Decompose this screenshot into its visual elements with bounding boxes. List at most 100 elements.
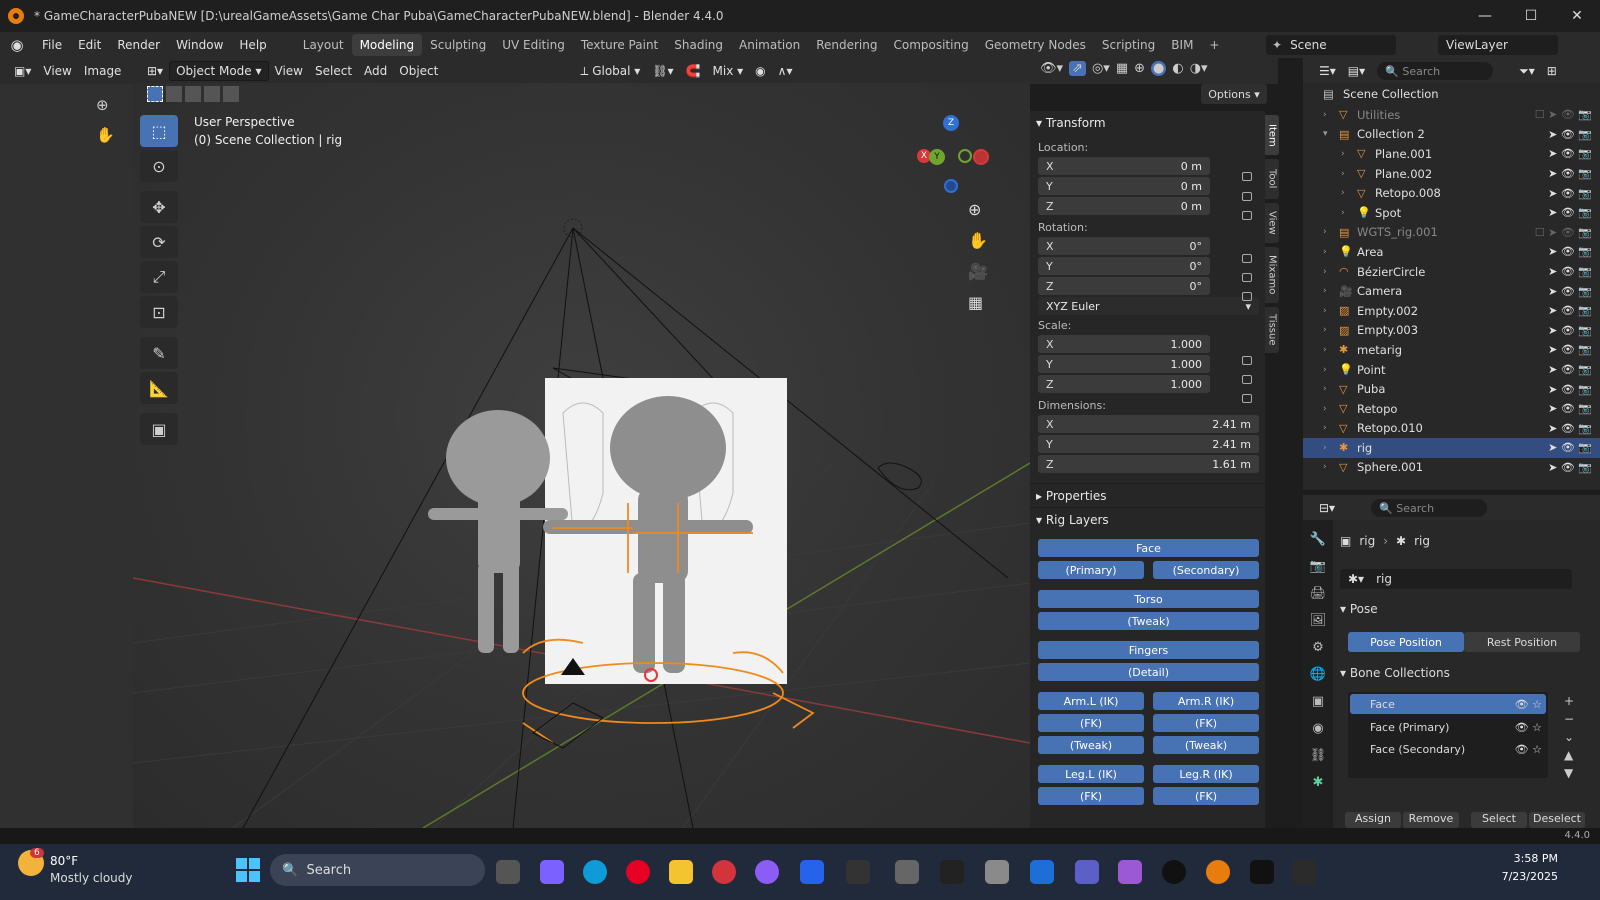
opera-icon[interactable] bbox=[712, 860, 736, 884]
xray-icon[interactable]: ▦ bbox=[1116, 61, 1128, 76]
rest-position-button[interactable]: Rest Position bbox=[1464, 632, 1580, 652]
image-menu[interactable]: Image bbox=[78, 62, 128, 80]
bone-collection-face-secondary[interactable]: Face (Secondary) 👁 ☆ bbox=[1348, 738, 1548, 760]
epic-games-icon[interactable] bbox=[1292, 860, 1316, 884]
visibility-toggles[interactable]: ➤ 👁 📷 bbox=[1548, 265, 1592, 278]
rig-layer-arm-r-fk-button[interactable]: (FK) bbox=[1153, 714, 1259, 732]
tool-tab-icon[interactable]: 🔧 bbox=[1310, 532, 1326, 547]
outliner-row[interactable]: › ▽ Sphere.001 ➤ 👁 📷 bbox=[1303, 458, 1600, 478]
rig-layer-arm-l-fk-button[interactable]: (FK) bbox=[1038, 714, 1144, 732]
select-extend-icon[interactable] bbox=[166, 86, 182, 102]
rig-layer-arm-r-tweak-button[interactable]: (Tweak) bbox=[1153, 736, 1259, 754]
outliner-row[interactable]: › ▽ Retopo ➤ 👁 📷 bbox=[1303, 399, 1600, 419]
expand-arrow-icon[interactable]: › bbox=[1323, 267, 1327, 277]
lock-icon[interactable] bbox=[1242, 394, 1252, 403]
pan-hand-icon[interactable]: ✋ bbox=[96, 126, 115, 144]
select-invert-icon[interactable] bbox=[204, 86, 220, 102]
expand-arrow-icon[interactable]: › bbox=[1341, 188, 1345, 198]
p-app-icon[interactable] bbox=[940, 860, 964, 884]
lock-icon[interactable] bbox=[1242, 292, 1252, 301]
minimize-button[interactable]: — bbox=[1462, 0, 1508, 32]
remove-bone-collection-icon[interactable]: − bbox=[1564, 712, 1574, 726]
expand-arrow-icon[interactable]: › bbox=[1341, 149, 1345, 159]
object-tab-icon[interactable]: ▣ bbox=[1312, 694, 1324, 709]
add-bone-collection-icon[interactable]: + bbox=[1564, 694, 1574, 708]
assign-button[interactable]: Assign bbox=[1345, 812, 1401, 828]
outliner-row[interactable]: › ✱ rig ➤ 👁 📷 bbox=[1303, 438, 1600, 458]
tab-texture-paint[interactable]: Texture Paint bbox=[573, 34, 666, 56]
transform-orientation-dropdown[interactable]: ⟂ Global ▾ bbox=[574, 62, 646, 81]
tab-scripting[interactable]: Scripting bbox=[1094, 34, 1163, 56]
editor-type-icon[interactable]: ▣▾ bbox=[8, 62, 37, 80]
rig-layers-panel-header[interactable]: ▾ Rig Layers bbox=[1030, 507, 1265, 531]
outliner-row[interactable]: › 💡 Point ➤ 👁 📷 bbox=[1303, 360, 1600, 380]
visibility-toggles[interactable]: ☐ ➤ 👁 📷 bbox=[1535, 108, 1592, 121]
viewport-pan-icon[interactable]: ✋ bbox=[968, 231, 988, 250]
select-button[interactable]: Select bbox=[1471, 812, 1527, 828]
file-explorer-icon[interactable] bbox=[669, 860, 693, 884]
visibility-toggles[interactable]: ➤ 👁 📷 bbox=[1548, 304, 1592, 317]
visibility-toggles[interactable]: ➤ 👁 📷 bbox=[1548, 363, 1592, 376]
outliner-row[interactable]: › ▽ Retopo.010 ➤ 👁 📷 bbox=[1303, 419, 1600, 439]
location-y-field[interactable]: Y0 m bbox=[1038, 177, 1210, 195]
gizmo-neg-x[interactable] bbox=[973, 149, 989, 165]
select-intersect-icon[interactable] bbox=[223, 86, 239, 102]
ortho-toggle-icon[interactable]: ▦ bbox=[968, 293, 988, 312]
dimension-x-field[interactable]: X 2.41 m bbox=[1038, 415, 1259, 433]
visibility-toggles[interactable]: ➤ 👁 📷 bbox=[1548, 402, 1592, 415]
pose-panel-header[interactable]: ▾ Pose bbox=[1340, 602, 1378, 616]
expand-arrow-icon[interactable]: › bbox=[1323, 365, 1327, 375]
rotation-mode-dropdown[interactable]: XYZ Euler ▾ bbox=[1038, 297, 1259, 315]
armature-data-tab-icon[interactable]: ✱ bbox=[1313, 775, 1324, 790]
cube-app-icon[interactable] bbox=[895, 860, 919, 884]
gizmo-neg-y[interactable] bbox=[958, 149, 972, 163]
notes-icon[interactable] bbox=[800, 860, 824, 884]
snap-mode-dropdown[interactable]: Mix ▾ bbox=[707, 62, 750, 80]
rig-layer-face-primary-button[interactable]: (Primary) bbox=[1038, 561, 1144, 579]
tab-bim[interactable]: BIM bbox=[1163, 34, 1201, 56]
viewport-view-menu[interactable]: View bbox=[269, 62, 309, 80]
visibility-toggles[interactable]: ➤ 👁 📷 bbox=[1548, 422, 1592, 435]
tab-mixamo[interactable]: Mixamo bbox=[1265, 247, 1279, 303]
output-tab-icon[interactable]: 🖨 bbox=[1310, 586, 1327, 601]
visibility-toggles[interactable]: ➤ 👁 📷 bbox=[1548, 441, 1592, 454]
viewport-editor-type-icon[interactable]: ⊞▾ bbox=[141, 62, 169, 80]
add-cube-tool-icon[interactable]: ▣ bbox=[140, 413, 178, 445]
visibility-toggles[interactable]: ➤ 👁 📷 bbox=[1548, 245, 1592, 258]
snap-icon[interactable]: 🧲 bbox=[680, 62, 707, 80]
outliner-row[interactable]: › 🎥 Camera ➤ 👁 📷 bbox=[1303, 281, 1600, 301]
tab-item[interactable]: Item bbox=[1265, 115, 1279, 155]
wireframe-shading-icon[interactable]: ⊕ bbox=[1134, 61, 1145, 76]
lock-icon[interactable] bbox=[1242, 273, 1252, 282]
camera-view-icon[interactable]: 🎥 bbox=[968, 262, 988, 281]
whiteboard-icon[interactable] bbox=[1030, 860, 1054, 884]
select-new-icon[interactable] bbox=[147, 86, 163, 102]
expand-arrow-icon[interactable]: › bbox=[1341, 208, 1345, 218]
add-workspace-icon[interactable]: + bbox=[1201, 34, 1227, 56]
tab-view[interactable]: View bbox=[1265, 203, 1279, 243]
maximize-button[interactable]: ☐ bbox=[1508, 0, 1554, 32]
material-shading-icon[interactable]: ◐ bbox=[1172, 61, 1183, 76]
rotation-z-field[interactable]: Z 0° bbox=[1038, 277, 1210, 295]
expand-arrow-icon[interactable]: ▾ bbox=[1323, 129, 1328, 139]
scale-x-field[interactable]: X 1.000 bbox=[1038, 335, 1210, 353]
cursor-tool-icon[interactable]: ⊙ bbox=[140, 150, 178, 182]
annotate-tool-icon[interactable]: ✎ bbox=[140, 337, 178, 369]
outliner-row[interactable]: › 💡 Spot ➤ 👁 📷 bbox=[1303, 203, 1600, 223]
display-mode-icon[interactable]: ▤▾ bbox=[1342, 62, 1371, 80]
outliner-row[interactable]: › ▨ Empty.003 ➤ 👁 📷 bbox=[1303, 321, 1600, 341]
solid-shading-icon[interactable]: ● bbox=[1151, 61, 1167, 76]
rig-layer-leg-r-fk-button[interactable]: (FK) bbox=[1153, 787, 1259, 805]
menu-edit[interactable]: Edit bbox=[70, 38, 109, 52]
viewport-select-menu[interactable]: Select bbox=[309, 62, 358, 80]
collection-menu-icon[interactable]: ⌄ bbox=[1564, 730, 1574, 744]
app-icon[interactable] bbox=[755, 860, 779, 884]
options-dropdown[interactable]: Options ▾ bbox=[1201, 84, 1267, 104]
properties-editor-type-icon[interactable]: ⊟▾ bbox=[1313, 499, 1341, 517]
falloff-icon[interactable]: ∧▾ bbox=[772, 62, 799, 80]
rig-layer-face-secondary-button[interactable]: (Secondary) bbox=[1153, 561, 1259, 579]
rig-layer-arm-r-ik-button[interactable]: Arm.R (IK) bbox=[1153, 692, 1259, 710]
outliner-search-input[interactable]: 🔍 Search bbox=[1377, 62, 1494, 80]
rotation-y-field[interactable]: Y 0° bbox=[1038, 257, 1210, 275]
scene-tab-icon[interactable]: ⚙ bbox=[1312, 640, 1324, 655]
